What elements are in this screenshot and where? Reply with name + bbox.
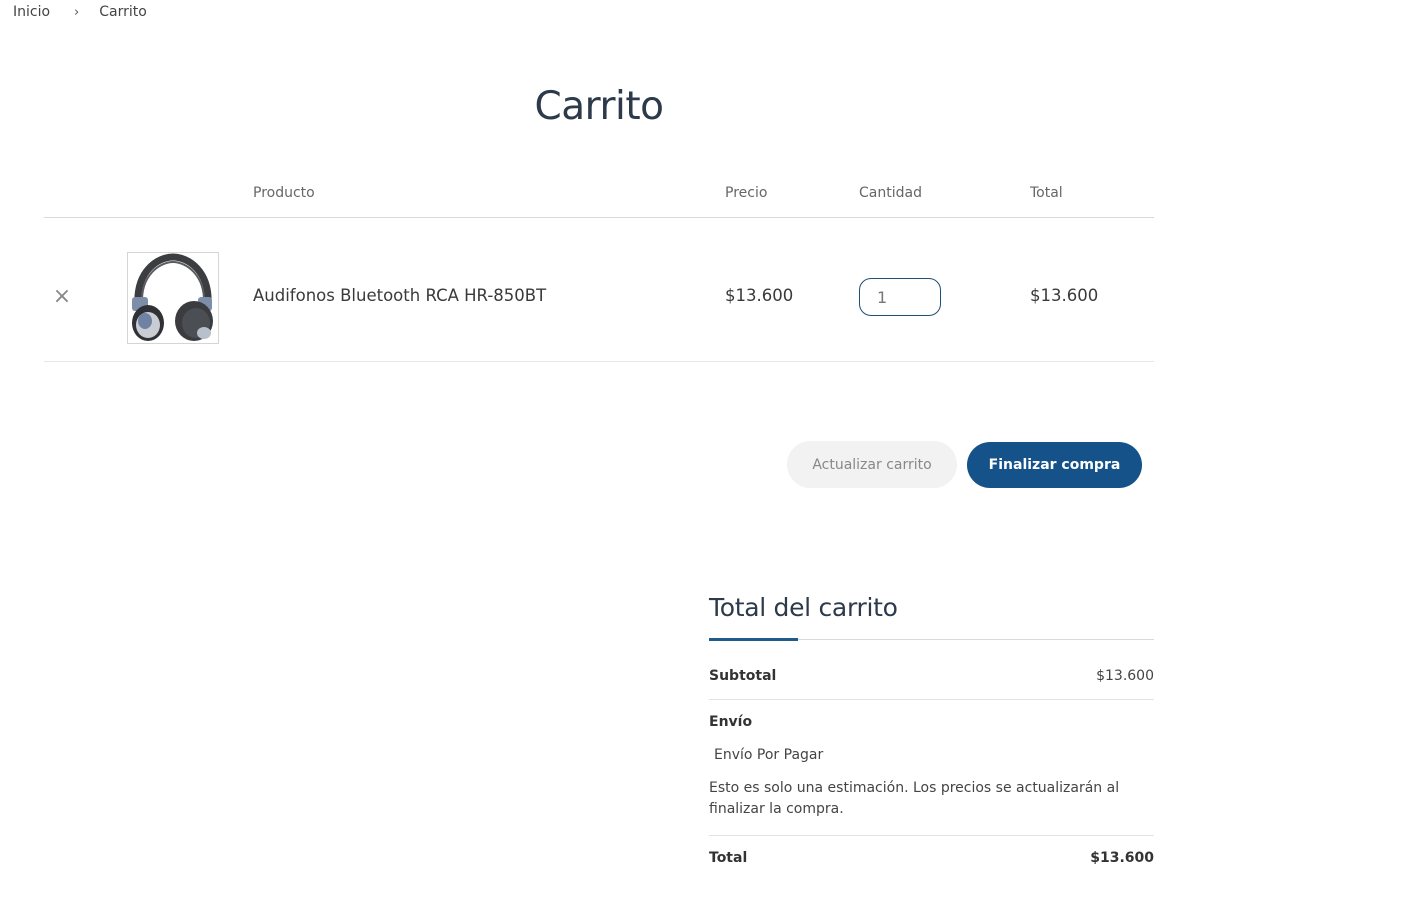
shipping-note: Esto es solo una estimación. Los precios… — [709, 780, 1120, 817]
cart-page: Inicio › Carrito Carrito Producto Precio… — [0, 0, 1408, 901]
headphones-image — [128, 253, 218, 343]
cart-totals: Total del carrito Subtotal $13.600 Envío… — [709, 593, 1154, 866]
item-price: $13.600 — [725, 286, 794, 305]
column-header-product: Producto — [253, 185, 315, 201]
column-header-quantity: Cantidad — [859, 185, 922, 201]
breadcrumb-current: Carrito — [99, 4, 147, 20]
total-value: $13.600 — [1090, 850, 1154, 866]
quantity-input[interactable] — [859, 278, 941, 316]
breadcrumb-separator-icon: › — [74, 4, 80, 20]
table-row-divider — [44, 361, 1154, 362]
shipping-method: Envío Por Pagar — [714, 747, 824, 763]
breadcrumb-home-link[interactable]: Inicio — [13, 4, 50, 20]
remove-item-icon[interactable]: × — [52, 286, 72, 308]
total-label: Total — [709, 850, 748, 866]
checkout-button[interactable]: Finalizar compra — [967, 442, 1142, 488]
update-cart-button[interactable]: Actualizar carrito — [787, 441, 957, 488]
shipping-divider — [709, 835, 1154, 836]
shipping-label: Envío — [709, 714, 753, 730]
column-header-total: Total — [1030, 185, 1063, 201]
page-title: Carrito — [534, 84, 664, 129]
subtotal-label: Subtotal — [709, 668, 777, 684]
product-name-link[interactable]: Audifonos Bluetooth RCA HR-850BT — [253, 286, 546, 305]
item-line-total: $13.600 — [1030, 286, 1099, 305]
table-header-divider — [44, 217, 1154, 218]
cart-totals-title: Total del carrito — [709, 593, 898, 622]
subtotal-divider — [709, 699, 1154, 700]
column-header-price: Precio — [725, 185, 768, 201]
breadcrumb: Inicio › Carrito — [13, 4, 147, 20]
subtotal-value: $13.600 — [1096, 668, 1154, 684]
product-thumbnail[interactable] — [127, 252, 219, 344]
cart-totals-accent — [709, 638, 798, 641]
